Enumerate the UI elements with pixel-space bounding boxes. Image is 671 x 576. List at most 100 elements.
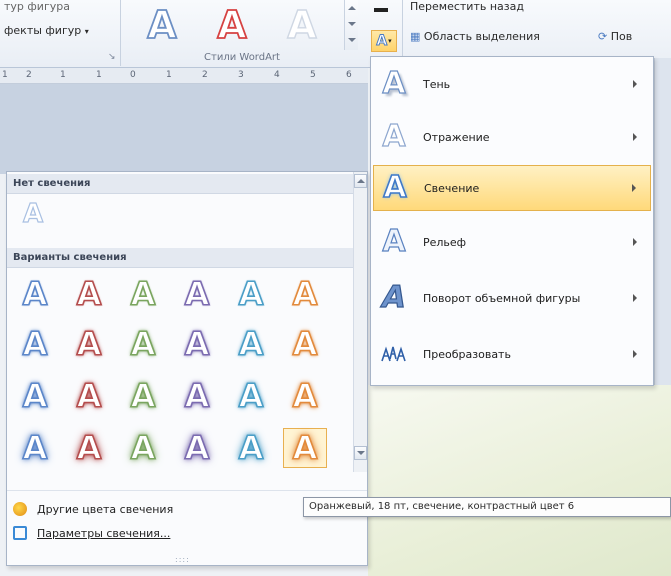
no-glow-option[interactable]: A [13,196,53,232]
gallery-scrollbar[interactable] [353,172,367,472]
selection-pane-icon: ▦ [410,30,421,43]
ruler-mark: 1 [96,70,102,80]
3d-rotation-icon: A [378,279,410,315]
shape-styles-text[interactable]: тур фигура [4,0,70,13]
glow-variant-option[interactable]: A [13,376,57,416]
glow-variant-option[interactable]: A [283,376,327,416]
wordart-group-label: Стили WordArt [204,52,280,63]
glow-variant-option[interactable]: A [67,376,111,416]
glow-variant-option[interactable]: A [175,428,219,468]
menu-item-3d-rotation[interactable]: A Поворот объемной фигуры [373,275,651,321]
letter-a-icon: A [76,429,102,467]
scroll-down-button[interactable] [354,446,367,460]
shape-effects-button[interactable]: фекты фигур ▾ [4,24,89,37]
glow-variant-option[interactable]: A [13,428,57,468]
scroll-up-button[interactable] [354,174,367,188]
glow-variant-option[interactable]: A [229,324,273,364]
text-effects-button[interactable]: A ▾ [371,30,397,52]
bring-back-button[interactable]: Переместить назад [410,0,524,13]
scroll-down-icon[interactable] [348,22,356,26]
glow-variant-option[interactable]: A [229,274,273,314]
glow-variant-option[interactable]: A [67,324,111,364]
letter-a-icon: A [130,325,156,363]
bevel-icon: A [382,224,406,259]
menu-item-label: Рельеф [423,235,467,249]
submenu-arrow-icon [633,238,637,246]
glow-variant-option[interactable]: A [175,376,219,416]
scroll-up-icon[interactable] [348,6,356,10]
letter-a-icon: A [22,377,48,415]
glow-variant-option[interactable]: A [13,324,57,364]
letter-a-icon: A [292,429,318,467]
ruler-mark: 1 [2,70,8,80]
submenu-arrow-icon [633,294,637,302]
glow-variant-option[interactable]: A [283,428,327,468]
glow-variant-option[interactable]: A [283,274,327,314]
glow-variant-option[interactable]: A [67,274,111,314]
glow-variant-option[interactable]: A [175,274,219,314]
document-page [368,385,671,576]
glow-variant-option[interactable]: A [121,428,165,468]
menu-item-reflection[interactable]: A Отражение [373,114,651,160]
letter-a-icon: A [292,377,318,415]
separator [7,490,367,491]
wordart-style-red[interactable]: A [200,2,264,48]
glow-variant-option[interactable]: A [229,428,273,468]
submenu-arrow-icon [632,184,636,192]
menu-item-transform[interactable]: Преобразовать [373,331,651,377]
letter-a-icon: A [184,275,210,313]
glow-variant-option[interactable]: A [229,376,273,416]
ruler-mark: 6 [346,70,352,80]
ruler-mark: 1 [60,70,66,80]
dialog-launcher-icon[interactable]: ↘ [108,52,118,62]
menu-item-shadow[interactable]: A Тень [373,61,651,107]
scroll-down-icon [357,451,365,455]
wordart-style-blue[interactable]: A [130,2,194,48]
selection-pane-button[interactable]: ▦ Область выделения [410,30,540,43]
glow-options-item[interactable]: Параметры свечения... [13,523,170,543]
rotate-button[interactable]: ⟳ Пов [598,30,632,43]
menu-item-label: Поворот объемной фигуры [423,291,581,305]
letter-a-icon: A [287,3,318,47]
glow-options-label: Параметры свечения... [37,526,171,540]
letter-a-icon: A [22,275,48,313]
letter-a-icon: A [216,3,247,47]
shape-effects-label: фекты фигур [4,24,82,37]
letter-a-icon: A [376,33,388,49]
menu-item-glow[interactable]: A Свечение [373,165,651,211]
letter-a-icon: A [76,377,102,415]
wordart-gallery: A A A [124,0,344,50]
ruler-mark: 2 [202,70,208,80]
horizontal-ruler[interactable]: 1 2 1 1 0 1 2 3 4 5 6 [0,68,368,84]
ruler-mark: 1 [166,70,172,80]
color-palette-icon [13,502,27,516]
ruler-mark: 2 [26,70,32,80]
glow-options-icon [13,526,27,540]
gallery-scroll[interactable] [344,0,358,50]
glow-variant-option[interactable]: A [121,324,165,364]
glow-tooltip: Оранжевый, 18 пт, свечение, контрастный … [303,497,671,517]
glow-variant-option[interactable]: A [121,274,165,314]
letter-a-icon: A [292,325,318,363]
letter-a-icon: A [22,429,48,467]
glow-icon: A [383,170,408,205]
glow-variant-option[interactable]: A [283,324,327,364]
selection-pane-label: Область выделения [423,30,540,43]
more-glow-colors-label: Другие цвета свечения [37,502,174,516]
more-glow-colors-item[interactable]: Другие цвета свечения [13,499,173,519]
glow-variant-option[interactable]: A [175,324,219,364]
gallery-more-icon[interactable] [348,38,356,42]
letter-a-icon: A [76,325,102,363]
resize-grip[interactable]: :::: [175,555,190,564]
glow-variant-option[interactable]: A [13,274,57,314]
glow-variant-option[interactable]: A [121,376,165,416]
text-fill-color-icon[interactable] [374,8,388,12]
document-margin [654,58,671,388]
letter-a-icon: A [130,429,156,467]
glow-variant-option[interactable]: A [67,428,111,468]
wordart-style-light[interactable]: A [270,2,334,48]
submenu-arrow-icon [633,350,637,358]
menu-item-bevel[interactable]: A Рельеф [373,219,651,265]
dropdown-arrow-icon: ▾ [388,37,392,45]
transform-icon [379,339,409,369]
